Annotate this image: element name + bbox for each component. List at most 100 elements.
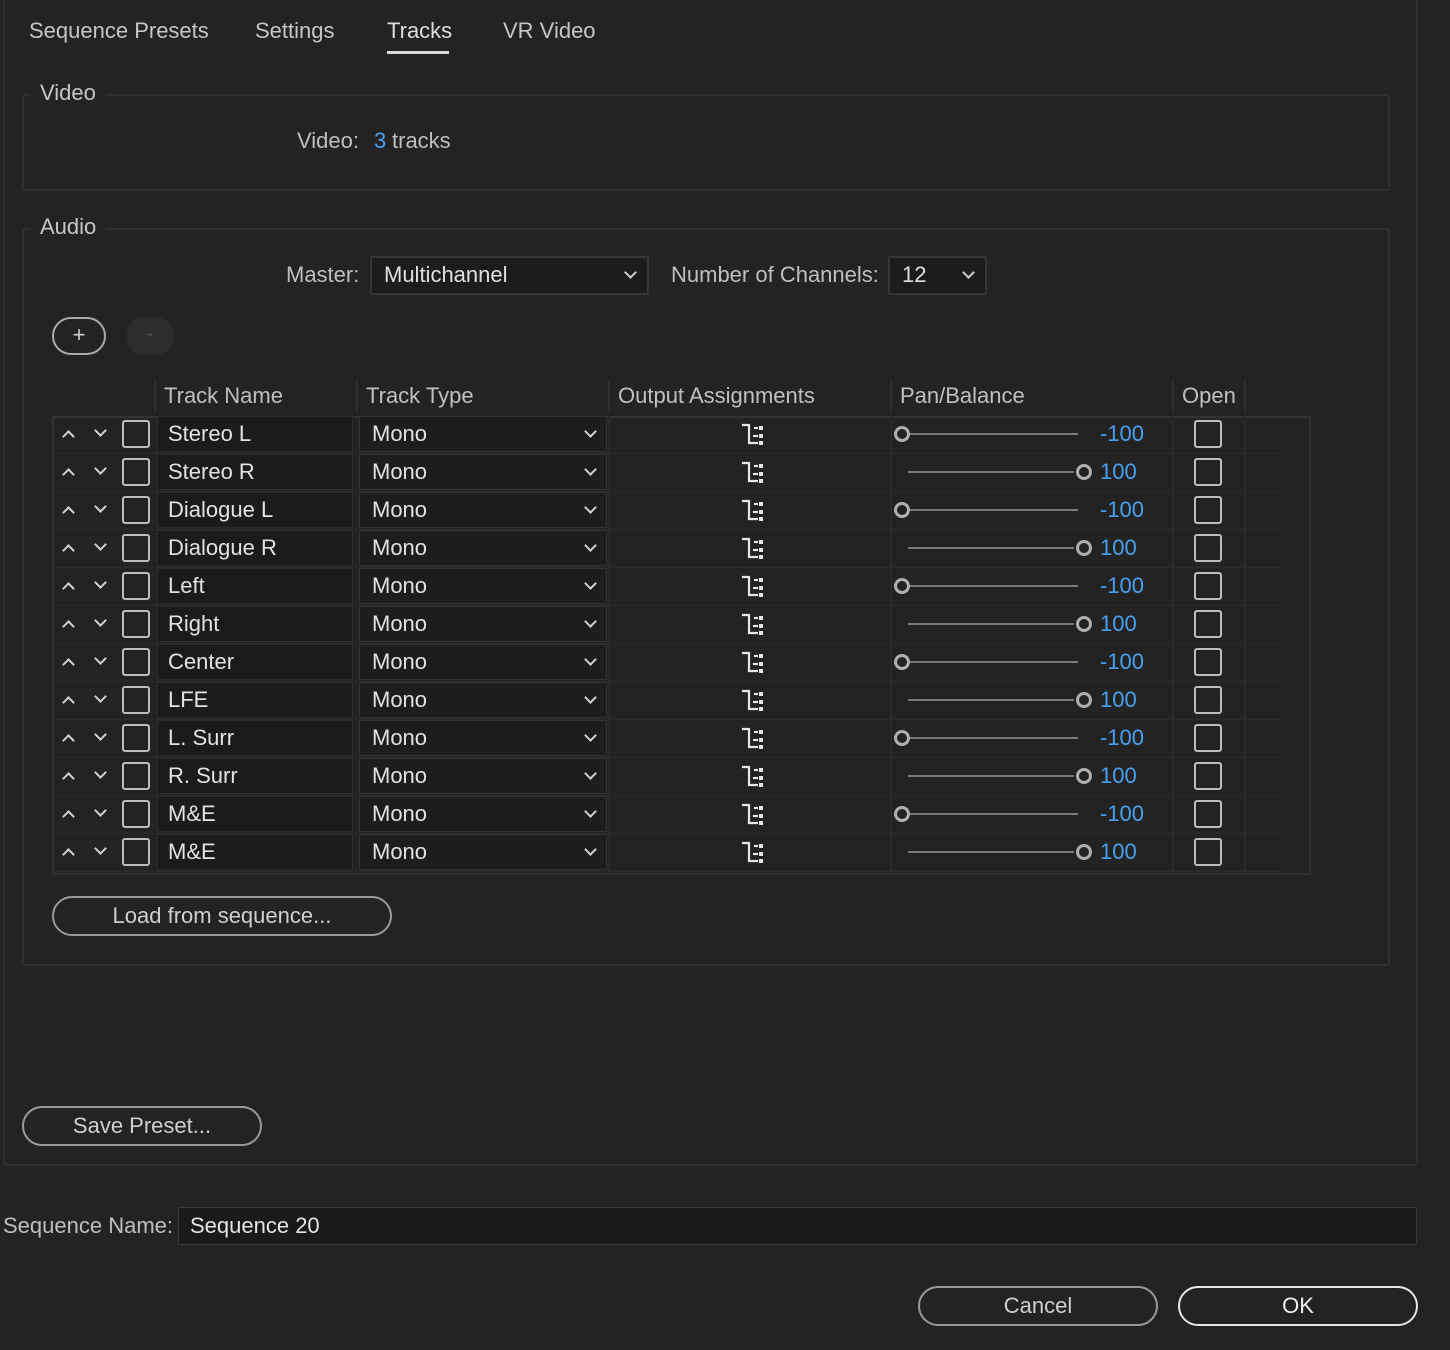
track-type-dropdown[interactable]: Mono [359, 454, 607, 490]
pan-balance-slider[interactable]: 100 [892, 757, 1172, 795]
output-assignments-cell[interactable] [610, 833, 890, 871]
track-name-field[interactable]: Right [157, 606, 353, 642]
sequence-name-input[interactable]: Sequence 20 [178, 1207, 1417, 1245]
output-assignment-icon[interactable] [740, 536, 766, 568]
output-assignment-icon[interactable] [740, 802, 766, 834]
output-assignment-icon[interactable] [740, 726, 766, 758]
chevron-up-icon[interactable] [62, 658, 75, 671]
pan-knob-icon[interactable] [894, 730, 910, 746]
track-type-dropdown[interactable]: Mono [359, 682, 607, 718]
table-row[interactable]: M&E Mono -100 [54, 795, 1284, 834]
open-checkbox[interactable] [1194, 534, 1222, 562]
track-type-dropdown[interactable]: Mono [359, 758, 607, 794]
pan-value[interactable]: -100 [1100, 801, 1144, 827]
open-checkbox[interactable] [1194, 686, 1222, 714]
open-checkbox[interactable] [1194, 496, 1222, 524]
pan-value[interactable]: 100 [1100, 611, 1137, 637]
output-assignments-cell[interactable] [610, 757, 890, 795]
track-select-checkbox[interactable] [122, 648, 150, 676]
track-select-checkbox[interactable] [122, 686, 150, 714]
track-type-dropdown[interactable]: Mono [359, 606, 607, 642]
save-preset-button[interactable]: Save Preset... [22, 1106, 262, 1146]
track-name-field[interactable]: Center [157, 644, 353, 680]
pan-slider-track[interactable] [910, 585, 1078, 587]
chevron-up-icon[interactable] [62, 506, 75, 519]
track-name-field[interactable]: Dialogue L [157, 492, 353, 528]
output-assignments-cell[interactable] [610, 719, 890, 757]
video-tracks-count[interactable]: 3 [374, 128, 386, 154]
chevron-up-icon[interactable] [62, 620, 75, 633]
chevron-up-icon[interactable] [62, 696, 75, 709]
chevron-down-icon[interactable] [94, 842, 107, 855]
open-checkbox[interactable] [1194, 572, 1222, 600]
tab-settings[interactable]: Settings [255, 18, 335, 44]
pan-balance-slider[interactable]: 100 [892, 453, 1172, 491]
track-type-dropdown[interactable]: Mono [359, 568, 607, 604]
add-track-button[interactable]: + [52, 317, 106, 355]
chevron-down-icon[interactable] [94, 766, 107, 779]
chevron-up-icon[interactable] [62, 430, 75, 443]
track-name-field[interactable]: L. Surr [157, 720, 353, 756]
table-row[interactable]: M&E Mono 100 [54, 833, 1284, 872]
chevron-up-icon[interactable] [62, 810, 75, 823]
pan-knob-icon[interactable] [1076, 464, 1092, 480]
track-name-field[interactable]: LFE [157, 682, 353, 718]
output-assignments-cell[interactable] [610, 605, 890, 643]
chevron-up-icon[interactable] [62, 544, 75, 557]
open-checkbox[interactable] [1194, 648, 1222, 676]
open-checkbox[interactable] [1194, 610, 1222, 638]
track-select-checkbox[interactable] [122, 572, 150, 600]
pan-knob-icon[interactable] [1076, 768, 1092, 784]
tab-sequence-presets[interactable]: Sequence Presets [29, 18, 209, 44]
pan-slider-track[interactable] [910, 661, 1078, 663]
open-checkbox[interactable] [1194, 762, 1222, 790]
output-assignment-icon[interactable] [740, 498, 766, 530]
track-select-checkbox[interactable] [122, 534, 150, 562]
pan-knob-icon[interactable] [1076, 616, 1092, 632]
pan-slider-track[interactable] [910, 433, 1078, 435]
chevron-down-icon[interactable] [94, 614, 107, 627]
output-assignment-icon[interactable] [740, 574, 766, 606]
output-assignments-cell[interactable] [610, 643, 890, 681]
pan-slider-track[interactable] [908, 547, 1074, 549]
table-row[interactable]: R. Surr Mono 100 [54, 757, 1284, 796]
pan-knob-icon[interactable] [1076, 540, 1092, 556]
tab-tracks[interactable]: Tracks [387, 18, 452, 44]
output-assignments-cell[interactable] [610, 529, 890, 567]
pan-slider-track[interactable] [908, 471, 1074, 473]
chevron-down-icon[interactable] [94, 424, 107, 437]
chevron-up-icon[interactable] [62, 734, 75, 747]
pan-knob-icon[interactable] [894, 502, 910, 518]
pan-knob-icon[interactable] [894, 806, 910, 822]
table-row[interactable]: LFE Mono 100 [54, 681, 1284, 720]
pan-value[interactable]: 100 [1100, 459, 1137, 485]
output-assignment-icon[interactable] [740, 840, 766, 872]
pan-value[interactable]: 100 [1100, 763, 1137, 789]
track-select-checkbox[interactable] [122, 838, 150, 866]
track-name-field[interactable]: M&E [157, 796, 353, 832]
track-select-checkbox[interactable] [122, 610, 150, 638]
master-dropdown[interactable]: Multichannel [370, 256, 649, 295]
pan-slider-track[interactable] [910, 509, 1078, 511]
table-row[interactable]: Left Mono -100 [54, 567, 1284, 606]
table-row[interactable]: Right Mono 100 [54, 605, 1284, 644]
track-select-checkbox[interactable] [122, 800, 150, 828]
pan-value[interactable]: 100 [1100, 687, 1137, 713]
output-assignment-icon[interactable] [740, 612, 766, 644]
pan-value[interactable]: -100 [1100, 497, 1144, 523]
track-type-dropdown[interactable]: Mono [359, 492, 607, 528]
pan-value[interactable]: -100 [1100, 649, 1144, 675]
output-assignments-cell[interactable] [610, 681, 890, 719]
track-name-field[interactable]: Stereo L [157, 416, 353, 452]
track-select-checkbox[interactable] [122, 458, 150, 486]
output-assignment-icon[interactable] [740, 422, 766, 454]
pan-balance-slider[interactable]: -100 [892, 795, 1172, 833]
pan-balance-slider[interactable]: 100 [892, 529, 1172, 567]
ok-button[interactable]: OK [1178, 1286, 1418, 1326]
chevron-up-icon[interactable] [62, 582, 75, 595]
track-name-field[interactable]: Dialogue R [157, 530, 353, 566]
track-type-dropdown[interactable]: Mono [359, 416, 607, 452]
pan-balance-slider[interactable]: 100 [892, 681, 1172, 719]
track-select-checkbox[interactable] [122, 420, 150, 448]
table-row[interactable]: Dialogue R Mono 100 [54, 529, 1284, 568]
